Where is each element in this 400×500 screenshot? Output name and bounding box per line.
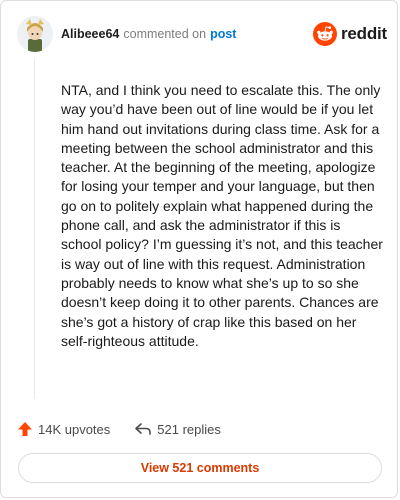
comment-card: Alibeee64 commented on post reddit NTA, … (0, 0, 398, 498)
avatar[interactable] (17, 16, 53, 52)
comment-actions: 14K upvotes 521 replies (17, 419, 245, 439)
upvote-count: 14K upvotes (38, 421, 111, 437)
upvote-arrow-icon (18, 422, 32, 436)
replies-count: 521 replies (157, 421, 221, 437)
comment-body: NTA, and I think you need to escalate th… (61, 82, 383, 349)
thread-line[interactable] (34, 59, 35, 399)
upvote-button[interactable]: 14K upvotes (17, 421, 110, 437)
reddit-brand[interactable]: reddit (312, 22, 387, 46)
view-comments-button[interactable]: View 521 comments (18, 453, 382, 483)
reply-arrow-icon (135, 423, 152, 435)
author-line: Alibeee64 commented on post (61, 27, 236, 41)
comment-header: Alibeee64 commented on post reddit (17, 16, 387, 52)
action-text: commented on (123, 27, 207, 41)
brand-wordmark: reddit (340, 24, 387, 43)
avatar-image (17, 16, 53, 52)
reddit-logo-icon (312, 22, 337, 46)
replies-button[interactable]: 521 replies (134, 421, 221, 437)
username[interactable]: Alibeee64 (61, 27, 119, 41)
post-link[interactable]: post (210, 27, 236, 41)
